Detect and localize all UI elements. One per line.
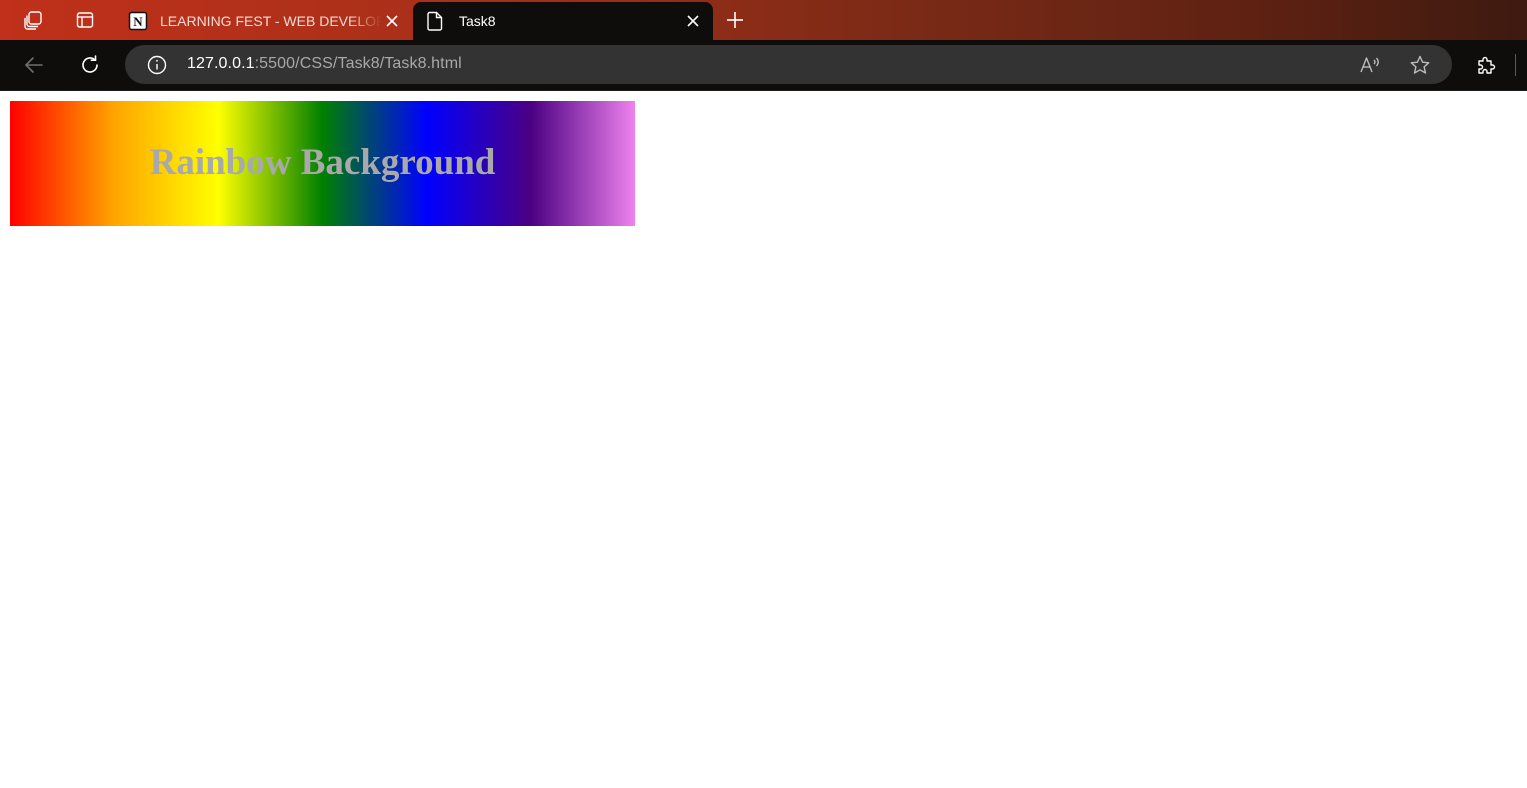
refresh-icon[interactable]: [74, 49, 106, 81]
close-tab-icon[interactable]: [683, 11, 703, 31]
viewport-border: [0, 90, 1527, 91]
url-text[interactable]: 127.0.0.1:5500/CSS/Task8/Task8.html: [187, 55, 462, 73]
new-tab-icon[interactable]: [720, 4, 750, 36]
workspaces-icon[interactable]: [16, 4, 50, 36]
read-aloud-icon[interactable]: [1357, 52, 1383, 78]
tab-strip: N LEARNING FEST - WEB DEVELOPMENT Task8: [0, 0, 1527, 40]
tab-task8[interactable]: Task8: [413, 2, 713, 40]
site-info-icon[interactable]: [144, 52, 170, 78]
tab-actions-icon[interactable]: [68, 4, 102, 36]
favorite-star-icon[interactable]: [1407, 52, 1433, 78]
tab-learning-fest[interactable]: N LEARNING FEST - WEB DEVELOPMENT: [116, 2, 412, 40]
browser-toolbar: 127.0.0.1:5500/CSS/Task8/Task8.html: [0, 40, 1527, 90]
address-bar[interactable]: 127.0.0.1:5500/CSS/Task8/Task8.html: [125, 45, 1452, 84]
page-heading: Rainbow Background: [149, 142, 496, 183]
page-icon: [425, 11, 445, 31]
url-path: :5500/CSS/Task8/Task8.html: [254, 55, 462, 72]
notion-icon: N: [128, 11, 148, 31]
url-host: 127.0.0.1: [187, 55, 255, 72]
extensions-icon[interactable]: [1470, 49, 1502, 81]
tab-title: Task8: [459, 13, 496, 29]
back-arrow-icon[interactable]: [18, 49, 50, 81]
svg-text:N: N: [133, 14, 143, 29]
close-tab-icon[interactable]: [382, 11, 402, 31]
tab-title: LEARNING FEST - WEB DEVELOPMENT: [160, 13, 382, 29]
rainbow-banner: Rainbow Background: [10, 101, 635, 226]
toolbar-divider: [1515, 54, 1516, 76]
